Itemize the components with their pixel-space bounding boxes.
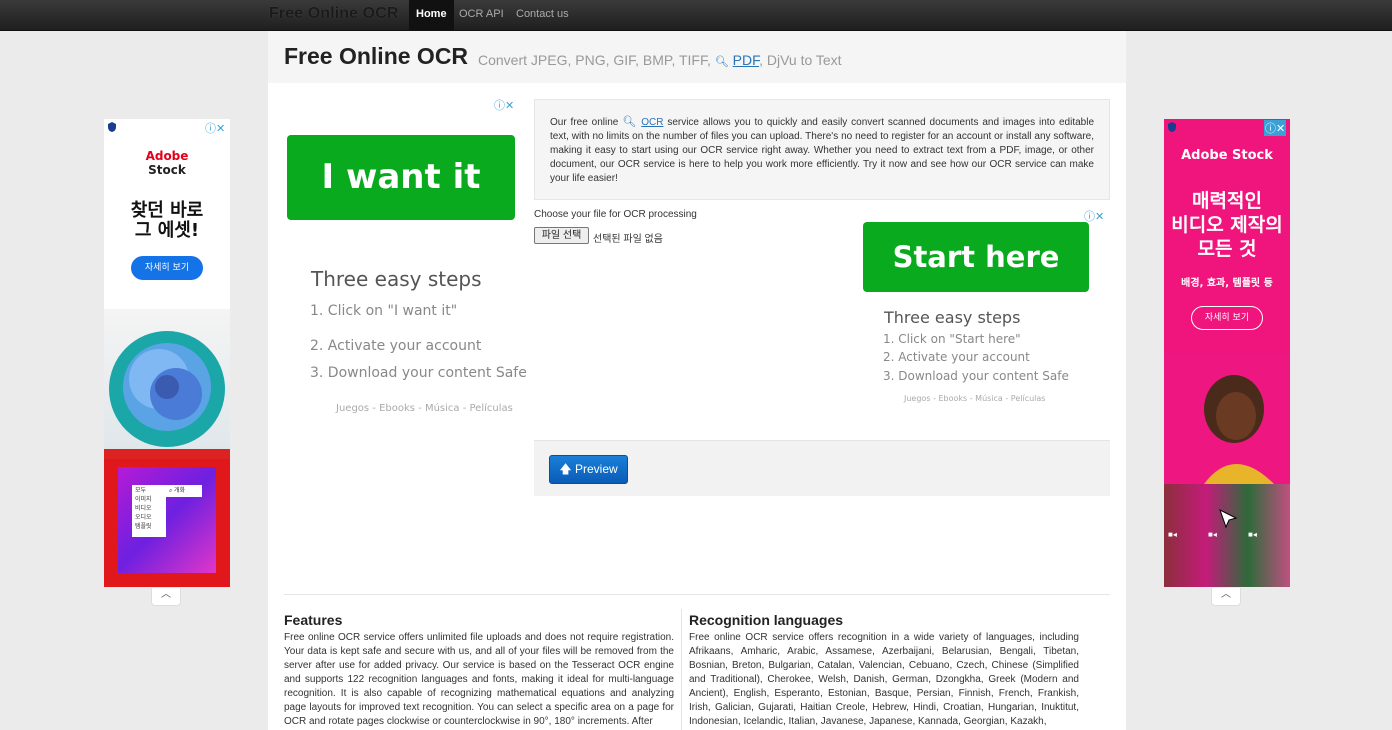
collapse-right-ad-button[interactable]: ︿ <box>1211 588 1241 606</box>
ocr-link[interactable]: OCR <box>641 117 663 128</box>
ad-steps-title: Three easy steps <box>311 267 482 291</box>
video-camera-icon: ■◂ <box>1208 530 1217 539</box>
ad-close-icon[interactable]: ⓘ✕ <box>205 120 225 136</box>
menu-item: 템플릿 <box>135 524 152 530</box>
languages-title: Recognition languages <box>689 612 844 628</box>
ad-step: 3. Download your content Safe <box>883 369 1069 383</box>
menu-item: 모두 <box>135 488 147 494</box>
nav-link-contact[interactable]: Contact us <box>509 0 576 30</box>
ad-step: 2. Activate your account <box>310 338 482 354</box>
ad-headline-line1: 찾던 바로 <box>130 200 204 221</box>
menu-item: 비디오 <box>135 506 152 512</box>
section-divider <box>284 594 1110 595</box>
adobe-brand: Adobe Stock <box>1181 148 1273 163</box>
ad-red-panel: 모두 이미지 비디오 오디오 템플릿 ⌕ 개화 <box>104 459 230 587</box>
ad-close-icon[interactable]: ⓘ✕ <box>1264 120 1287 136</box>
shield-icon <box>1168 122 1176 132</box>
adobe-brand-line1: Adobe <box>145 149 189 163</box>
ad-steps-title: Three easy steps <box>884 308 1021 327</box>
ad-step: 3. Download your content Safe <box>310 365 527 381</box>
ad-search-box: ⌕ 개화 <box>166 485 202 497</box>
ad-search-text: 개화 <box>174 488 186 494</box>
file-status: 선택된 파일 없음 <box>593 234 663 245</box>
ad-dropdown-menu: 모두 이미지 비디오 오디오 템플릿 <box>132 485 166 537</box>
shield-icon <box>108 122 116 132</box>
ad-main-left[interactable]: ⓘ✕ I want it Three easy steps 1. Click o… <box>284 97 527 437</box>
menu-item: 이미지 <box>135 497 152 503</box>
top-navbar: Free Online OCR Home OCR API Contact us <box>0 0 1392 31</box>
collapse-left-ad-button[interactable]: ︿ <box>151 588 181 606</box>
ad-woman-image <box>1164 354 1290 484</box>
upload-arrow-icon: 🡅︎ <box>559 462 572 476</box>
mouse-cursor-icon <box>1219 508 1238 529</box>
ad-left-cta-button[interactable]: 자세히 보기 <box>131 256 203 280</box>
ad-step: 2. Activate your account <box>883 350 1030 364</box>
features-title: Features <box>284 612 343 628</box>
menu-item: 오디오 <box>135 515 152 521</box>
ad-headline-line2: 비디오 제작의 <box>1171 214 1283 236</box>
ad-footer: Juegos - Ebooks - Música - Películas <box>336 403 513 414</box>
pdf-link[interactable]: PDF <box>733 52 759 68</box>
video-camera-icon: ■◂ <box>1248 530 1257 539</box>
page-header: Free Online OCR Convert JPEG, PNG, GIF, … <box>268 31 1126 83</box>
intro-text: Our free online <box>550 117 619 128</box>
subtitle-text: Convert JPEG, PNG, GIF, BMP, TIFF, <box>478 52 711 68</box>
preview-button[interactable]: 🡅︎ Preview <box>549 455 628 484</box>
preview-label: Preview <box>575 462 618 476</box>
ad-headline-line1: 매력적인 <box>1192 190 1262 212</box>
nav-link-ocr-api[interactable]: OCR API <box>452 0 511 30</box>
ad-footer: Juegos - Ebooks - Música - Películas <box>904 394 1046 403</box>
file-upload-label: Choose your file for OCR processing <box>534 209 697 220</box>
magnifier-icon: 🔍︎ <box>714 56 729 68</box>
ad-headline: 매력적인 비디오 제작의 모든 것 <box>1164 189 1290 261</box>
nav-link-home[interactable]: Home <box>409 0 454 30</box>
side-ad-left[interactable]: ⓘ✕ Adobe Stock 찾던 바로 그 에셋! 자세히 보기 모두 이미지… <box>104 119 230 587</box>
start-here-button[interactable]: Start here <box>863 222 1089 292</box>
ad-step: 1. Click on "Start here" <box>883 332 1021 346</box>
features-text: Free online OCR service offers unlimited… <box>284 632 674 727</box>
side-ad-right[interactable]: ⓘ✕ Adobe Stock 매력적인 비디오 제작의 모든 것 배경, 효과,… <box>1164 119 1290 587</box>
subtitle-text-post: , DjVu to Text <box>759 52 842 68</box>
ad-video-thumbnails: ■◂ ■◂ ■◂ <box>1164 484 1290 587</box>
i-want-it-button[interactable]: I want it <box>287 135 515 220</box>
languages-text: Free online OCR service offers recogniti… <box>689 632 1079 727</box>
magnifier-icon: 🔍︎ <box>622 116 638 128</box>
choose-file-button[interactable]: 파일 선택 <box>534 227 589 244</box>
ad-close-icon[interactable]: ⓘ✕ <box>494 97 514 113</box>
adobe-brand-line2: Stock <box>148 163 186 177</box>
ad-main-right[interactable]: ⓘ✕ Start here Three easy steps 1. Click … <box>862 208 1112 408</box>
page-title: Free Online OCR <box>284 43 469 69</box>
ad-flower-image <box>104 309 230 459</box>
video-camera-icon: ■◂ <box>1168 530 1177 539</box>
intro-description: Our free online 🔍︎ OCR service allows yo… <box>534 99 1110 200</box>
ad-step: 1. Click on "I want it" <box>310 303 458 319</box>
page-subtitle: Convert JPEG, PNG, GIF, BMP, TIFF, 🔍︎ PD… <box>478 52 842 68</box>
ad-subheadline: 배경, 효과, 템플릿 등 <box>1181 278 1273 289</box>
column-divider <box>681 609 682 730</box>
ad-headline: 찾던 바로 그 에셋! <box>104 201 230 241</box>
ad-headline-line2: 그 에셋! <box>134 220 200 241</box>
ad-headline-line3: 모든 것 <box>1197 238 1257 260</box>
nav-brand[interactable]: Free Online OCR <box>269 5 399 23</box>
ad-right-cta-button[interactable]: 자세히 보기 <box>1191 306 1263 330</box>
preview-section: 🡅︎ Preview <box>534 440 1110 496</box>
main-content: Free Online OCR Convert JPEG, PNG, GIF, … <box>268 31 1126 730</box>
